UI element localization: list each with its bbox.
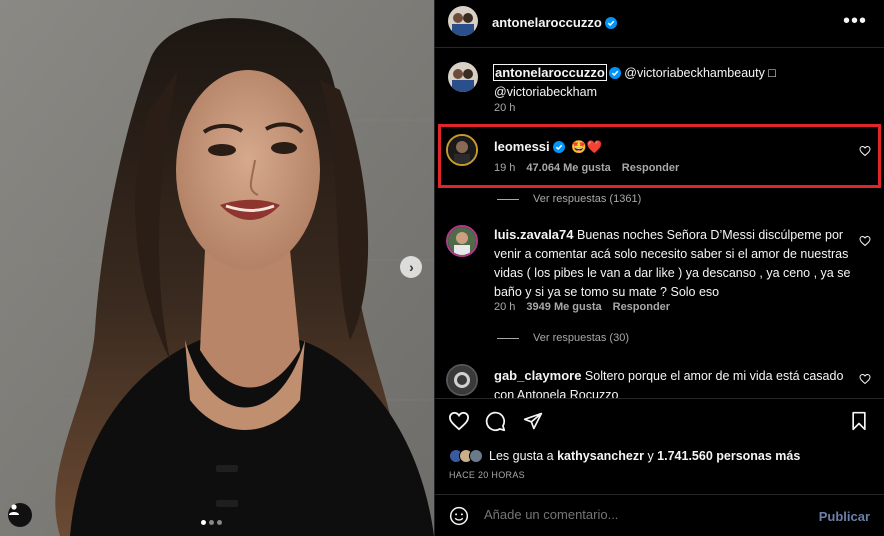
like-heart-icon[interactable] [448,411,470,431]
carousel-indicator [201,520,222,525]
carousel-dot [201,520,206,525]
commenter-avatar[interactable] [446,364,478,396]
caption-text[interactable]: @victoriabeckhambeauty □ [624,66,776,80]
comment-item: gab_claymore Soltero porque el amor de m… [435,364,884,398]
likes-count-link[interactable]: 1.741.560 personas más [657,449,800,463]
caption-username[interactable]: antonelaroccuzzo [493,64,607,81]
bookmark-icon[interactable] [850,411,868,431]
divider [497,337,519,339]
view-replies-label: Ver respuestas (1361) [533,193,642,205]
more-horizontal-icon: ••• [842,10,867,32]
post-media[interactable]: › [0,0,434,536]
tagged-users-button[interactable] [8,503,32,527]
post-header: antonelaroccuzzo ••• [435,0,884,48]
verified-badge-icon [604,17,617,29]
post-actions [435,398,884,438]
likes-summary: Les gusta a kathysanchezr y 1.741.560 pe… [449,449,800,463]
likes-middle: y [643,449,658,463]
commenter-avatar[interactable] [446,225,478,257]
caption-time[interactable]: 20 h [494,102,515,114]
comment-likes[interactable]: 3949 Me gusta [526,301,601,313]
comment-text: 🤩❤️ [571,140,603,154]
user-icon [9,504,19,515]
publish-button[interactable]: Publicar [819,509,870,524]
verified-badge-icon [608,67,621,79]
comment-bubble-icon[interactable] [485,411,506,432]
carousel-dot [209,520,214,525]
comment-input[interactable] [484,507,784,522]
comment-composer: Publicar [435,494,884,536]
likers-avatars[interactable] [449,449,483,463]
caption-avatar[interactable] [448,62,478,92]
divider [497,198,519,200]
commenter-username[interactable]: leomessi [494,139,550,154]
chevron-right-icon: › [409,259,414,275]
verified-badge-icon [552,141,565,153]
comment-time[interactable]: 20 h [494,301,515,313]
share-send-icon[interactable] [523,411,543,431]
comment-time[interactable]: 19 h [494,162,515,174]
avatar [469,449,483,463]
author-username[interactable]: antonelaroccuzzo [492,15,602,30]
post-side-panel: antonelaroccuzzo ••• antonelaroccuzzo @v… [434,0,884,536]
commenter-avatar[interactable] [446,134,478,166]
carousel-dot [217,520,222,525]
view-replies-label: Ver respuestas (30) [533,332,629,344]
emoji-icon[interactable] [449,506,469,526]
carousel-next-button[interactable]: › [400,256,422,278]
likes-prefix: Les gusta a [489,449,558,463]
heart-outline-icon[interactable] [859,373,871,385]
likes-user-link[interactable]: kathysanchezr [557,449,644,463]
view-replies-button[interactable]: Ver respuestas (1361) [497,193,641,205]
caption-text-mention[interactable]: @victoriabeckham [494,85,597,99]
author-avatar[interactable] [448,6,478,36]
view-replies-button[interactable]: Ver respuestas (30) [497,332,629,344]
reply-button[interactable]: Responder [622,162,679,174]
reply-button[interactable]: Responder [613,301,670,313]
heart-outline-icon[interactable] [859,235,871,247]
post-timestamp[interactable]: HACE 20 HORAS [449,470,525,480]
commenter-username[interactable]: gab_claymore [494,368,581,383]
post-photo [0,0,434,536]
commenter-username[interactable]: luis.zavala74 [494,227,574,242]
comment-likes[interactable]: 47.064 Me gusta [526,162,610,174]
heart-outline-icon[interactable] [859,145,871,157]
more-options-button[interactable]: ••• [843,11,867,31]
